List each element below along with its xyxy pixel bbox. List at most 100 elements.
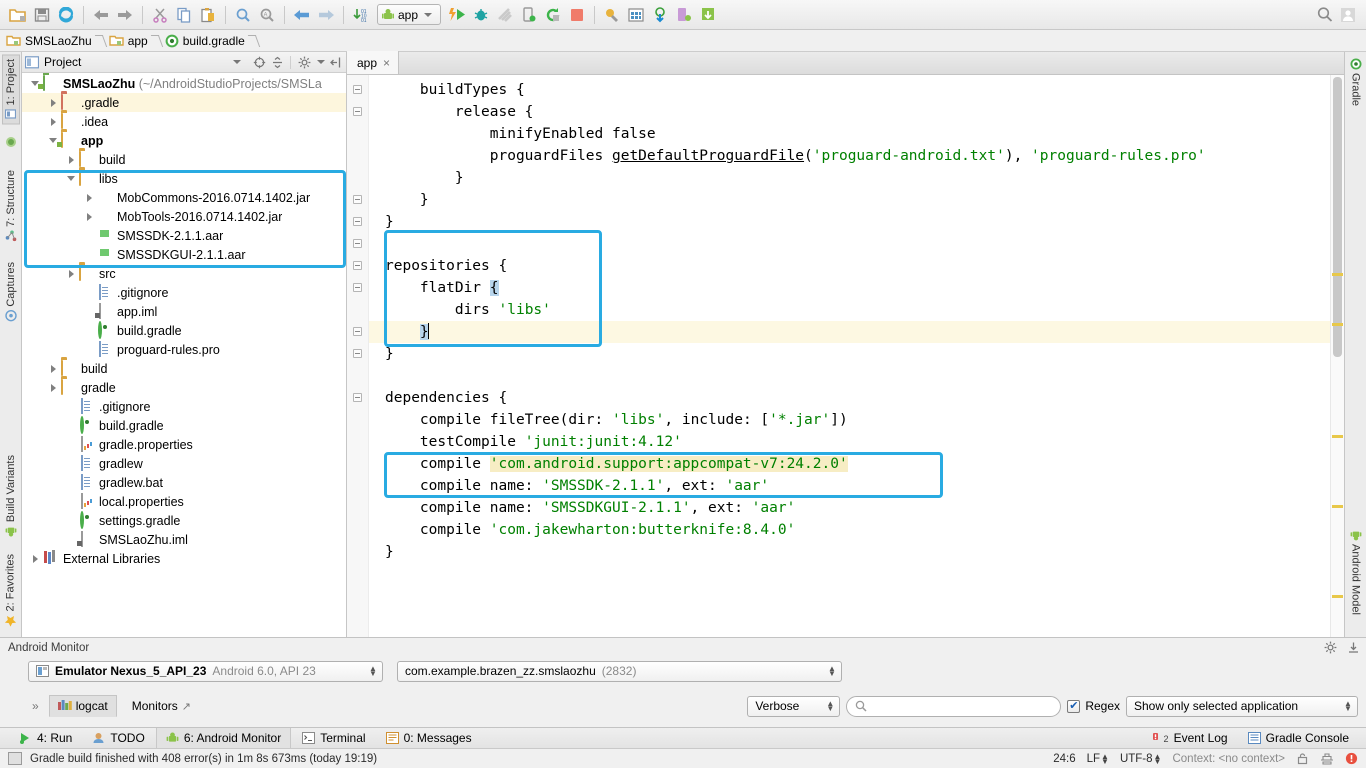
- code-line[interactable]: dirs 'libs': [369, 299, 1330, 321]
- tree-row[interactable]: gradlew.bat: [22, 473, 346, 492]
- attach-debugger-icon[interactable]: [518, 4, 540, 26]
- cut-icon[interactable]: [149, 4, 171, 26]
- tool-tab-run[interactable]: 4: Run: [10, 728, 81, 749]
- tree-row[interactable]: build: [22, 359, 346, 378]
- regex-toggle[interactable]: ✔ Regex: [1067, 699, 1120, 713]
- tree-row[interactable]: build.gradle: [22, 415, 346, 435]
- logcat-search-input[interactable]: [846, 695, 1062, 717]
- tool-tab-android-monitor[interactable]: 6: Android Monitor: [155, 727, 292, 749]
- open-folder-icon[interactable]: [7, 4, 29, 26]
- tree-row[interactable]: build.gradle: [22, 320, 346, 340]
- code-line[interactable]: compile fileTree(dir: 'libs', include: […: [369, 409, 1330, 431]
- fold-marker[interactable]: [353, 283, 362, 292]
- code-line[interactable]: [369, 233, 1330, 255]
- fold-marker[interactable]: [353, 261, 362, 270]
- device-selector[interactable]: Emulator Nexus_5_API_23 Android 6.0, API…: [28, 660, 383, 682]
- code-line[interactable]: proguardFiles getDefaultProguardFile('pr…: [369, 145, 1330, 167]
- chevron-down-icon[interactable]: [233, 60, 241, 64]
- paste-icon[interactable]: [197, 4, 219, 26]
- spinner-icon[interactable]: ▲ ▼: [824, 700, 836, 713]
- chevron-right-icon[interactable]: [30, 553, 41, 564]
- redo-icon[interactable]: [114, 4, 136, 26]
- device-download-icon[interactable]: [697, 4, 719, 26]
- fold-marker[interactable]: [353, 217, 362, 226]
- chevron-right-icon[interactable]: [48, 363, 59, 374]
- tree-row[interactable]: SMSLaoZhu.iml: [22, 530, 346, 549]
- code-line[interactable]: }: [369, 343, 1330, 365]
- tree-row[interactable]: .idea: [22, 112, 346, 131]
- tree-row[interactable]: External Libraries: [22, 549, 346, 568]
- fold-marker[interactable]: [353, 107, 362, 116]
- settings-gear-icon[interactable]: [296, 54, 312, 70]
- code-line[interactable]: compile name: 'SMSSDKGUI-2.1.1', ext: 'a…: [369, 497, 1330, 519]
- chevron-right-icon[interactable]: [48, 116, 59, 127]
- sidebar-item-build-variants[interactable]: Build Variants: [3, 451, 19, 541]
- undo-icon[interactable]: [90, 4, 112, 26]
- chevron-down-icon[interactable]: [317, 60, 325, 64]
- hide-icon[interactable]: [1320, 752, 1334, 765]
- code-line[interactable]: release {: [369, 101, 1330, 123]
- sidebar-item-structure[interactable]: 7: Structure: [3, 166, 19, 246]
- tree-row[interactable]: MobTools-2016.0714.1402.jar: [22, 207, 346, 226]
- sync-icon[interactable]: [55, 4, 77, 26]
- status-toggle-icon[interactable]: [8, 752, 22, 765]
- overflow-chevron-icon[interactable]: »: [28, 699, 43, 713]
- tree-row[interactable]: SMSLaoZhu (~/AndroidStudioProjects/SMSLa: [22, 74, 346, 93]
- avd-device-icon[interactable]: [673, 4, 695, 26]
- chevron-right-icon[interactable]: [84, 211, 95, 222]
- spinner-icon[interactable]: ▲ ▼: [826, 665, 838, 678]
- chevron-down-icon[interactable]: [424, 12, 433, 17]
- regex-checkbox[interactable]: ✔: [1067, 699, 1081, 713]
- breadcrumb-item-module[interactable]: app: [109, 34, 150, 48]
- find-replace-icon[interactable]: A: [256, 4, 278, 26]
- tree-row[interactable]: app.iml: [22, 302, 346, 321]
- tree-row[interactable]: MobCommons-2016.0714.1402.jar: [22, 188, 346, 207]
- chevron-right-icon[interactable]: [48, 382, 59, 393]
- code-line[interactable]: compile name: 'SMSSDK-2.1.1', ext: 'aar': [369, 475, 1330, 497]
- scroll-to-source-icon[interactable]: [251, 54, 267, 70]
- breadcrumb-item-file[interactable]: build.gradle: [165, 34, 247, 48]
- lock-icon[interactable]: [1296, 752, 1309, 765]
- tree-row[interactable]: gradle: [22, 378, 346, 397]
- tool-tab-terminal[interactable]: Terminal: [293, 728, 374, 749]
- debug-button[interactable]: [470, 4, 492, 26]
- code-line[interactable]: }: [369, 541, 1330, 563]
- editor-gutter[interactable]: [347, 75, 369, 637]
- logcat-filter-selector[interactable]: Show only selected application ▲ ▼: [1126, 695, 1358, 717]
- tab-logcat[interactable]: logcat: [48, 695, 117, 717]
- process-selector[interactable]: com.example.brazen_zz.smslaozhu (2832) ▲…: [397, 660, 842, 682]
- tab-monitors[interactable]: Monitors ↗: [123, 695, 201, 717]
- tree-row[interactable]: build: [22, 150, 346, 169]
- tree-row[interactable]: gradle.properties: [22, 435, 346, 454]
- tool-tab-event-log[interactable]: 2 Event Log: [1142, 728, 1237, 749]
- code-line[interactable]: compile 'com.android.support:appcompat-v…: [369, 453, 1330, 475]
- back-icon[interactable]: [291, 4, 313, 26]
- fold-marker[interactable]: [353, 195, 362, 204]
- code-line[interactable]: buildTypes {: [369, 79, 1330, 101]
- save-all-icon[interactable]: [31, 4, 53, 26]
- rerun-icon[interactable]: [542, 4, 564, 26]
- code-line[interactable]: }: [369, 167, 1330, 189]
- tree-row[interactable]: .gitignore: [22, 283, 346, 302]
- caret-position[interactable]: 24:6: [1053, 753, 1075, 765]
- project-panel-title-group[interactable]: Project: [25, 55, 247, 69]
- chevron-down-icon[interactable]: [66, 173, 77, 184]
- log-level-selector[interactable]: Verbose ▲ ▼: [747, 695, 841, 717]
- code-line[interactable]: minifyEnabled false: [369, 123, 1330, 145]
- code-content[interactable]: buildTypes { release { minifyEnabled fal…: [369, 75, 1330, 637]
- hide-panel-icon[interactable]: [327, 54, 343, 70]
- detach-icon[interactable]: ↗: [182, 700, 192, 713]
- chevron-right-icon[interactable]: [84, 192, 95, 203]
- tree-row[interactable]: app: [22, 131, 346, 150]
- avd-manager-icon[interactable]: [625, 4, 647, 26]
- fold-marker[interactable]: [353, 349, 362, 358]
- code-line[interactable]: repositories {: [369, 255, 1330, 277]
- tree-row[interactable]: .gitignore: [22, 397, 346, 416]
- code-line[interactable]: [369, 365, 1330, 387]
- tool-tab-todo[interactable]: TODO: [83, 728, 153, 749]
- editor-scrollbar[interactable]: [1330, 75, 1344, 637]
- fold-marker[interactable]: [353, 393, 362, 402]
- user-account-icon[interactable]: [1337, 4, 1359, 26]
- run-button[interactable]: [446, 4, 468, 26]
- tool-tab-messages[interactable]: 0: Messages: [377, 728, 481, 749]
